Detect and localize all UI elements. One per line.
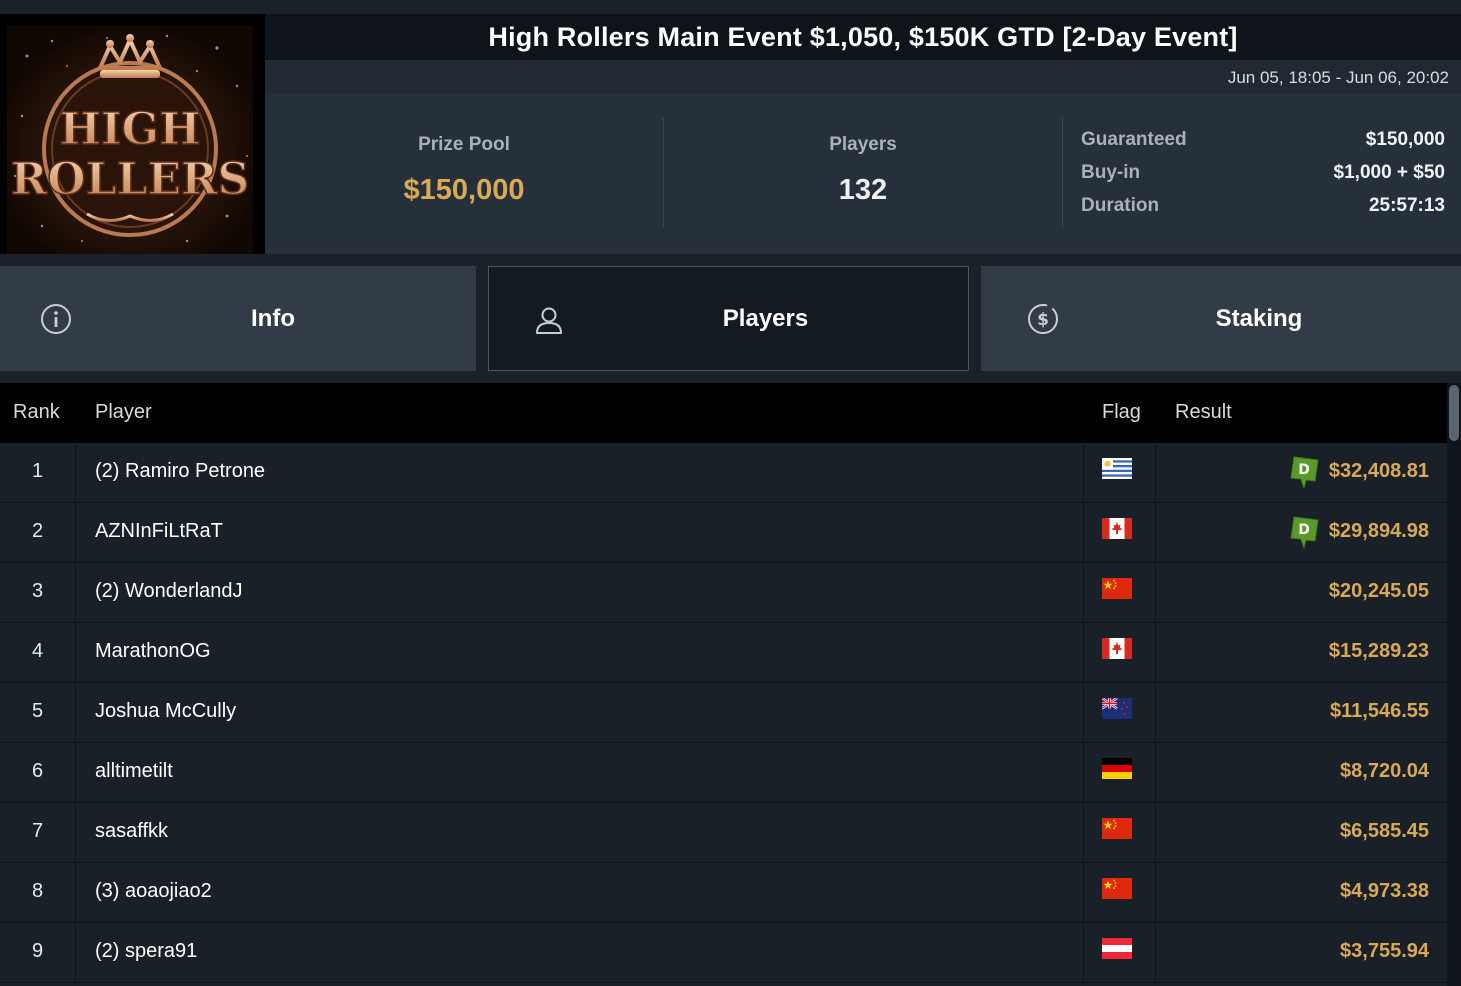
stats-panel: Prize Pool $150,000 Players 132 Guarante… [265,93,1461,254]
result-amount: $6,585.45 [1340,820,1429,842]
tournament-title: High Rollers Main Event $1,050, $150K GT… [488,21,1238,52]
guaranteed-value: $150,000 [1365,129,1445,150]
prize-pool-value: $150,000 [403,174,525,206]
stat-divider [1062,118,1063,228]
duration-label: Duration [1081,195,1160,216]
uruguay-flag-icon [1102,458,1132,479]
result-amount: $29,894.98 [1328,520,1429,542]
scrollbar[interactable] [1447,383,1461,986]
table-row[interactable]: 3 (2) WonderlandJ $20,245.05 [0,563,1447,623]
rank-cell: 1 [0,443,76,503]
rank-cell: 8 [0,863,76,923]
rank-cell: 3 [0,563,76,623]
table-row[interactable]: 2 AZNInFiLtRaT D $29,894.98 [0,503,1447,563]
table-row[interactable]: 7 sasaffkk $6,585.45 [0,803,1447,863]
table-row[interactable]: 4 MarathonOG $15,289.23 [0,623,1447,683]
duration-row: Duration 25:57:13 [1081,195,1445,225]
flag-cell [1083,923,1156,983]
prize-pool-stat: Prize Pool $150,000 [265,118,663,228]
header-player[interactable]: Player [95,401,152,424]
flag-cell [1083,863,1156,923]
flag-cell [1083,503,1156,563]
player-name[interactable]: (2) WonderlandJ [95,580,242,603]
result-amount: $3,755.94 [1340,940,1429,962]
duration-value: 25:57:13 [1368,195,1445,216]
china-flag-icon [1102,878,1132,899]
header-result[interactable]: Result [1175,401,1232,424]
svg-text:D: D [1298,522,1310,538]
player-name[interactable]: alltimetilt [95,760,173,783]
flag-cell [1083,443,1156,503]
flag-cell [1083,803,1156,863]
rank-cell: 9 [0,923,76,983]
table-row[interactable]: 6 alltimetilt $8,720.04 [0,743,1447,803]
title-bar: High Rollers Main Event $1,050, $150K GT… [265,14,1461,60]
rank-cell: 7 [0,803,76,863]
buyin-row: Buy-in $1,000 + $50 [1081,162,1445,192]
guaranteed-label: Guaranteed [1081,129,1187,150]
table-row[interactable]: 1 (2) Ramiro Petrone D $32,408.81 [0,443,1447,503]
prize-pool-label: Prize Pool [418,134,510,155]
player-name[interactable]: (2) Ramiro Petrone [95,460,265,483]
rank-cell: 6 [0,743,76,803]
deal-badge-icon: D [1288,455,1320,490]
guaranteed-row: Guaranteed $150,000 [1081,129,1445,159]
tab-info[interactable]: Info [0,266,476,371]
tab-staking-label: Staking [1215,304,1303,332]
result-amount: $4,973.38 [1340,880,1429,902]
player-name[interactable]: (3) aoaojiao2 [95,880,212,903]
flag-cell [1083,623,1156,683]
players-table: Rank Player Flag Result 1 (2) Ramiro Petr… [0,383,1447,986]
scrollbar-thumb[interactable] [1449,385,1459,441]
buyin-value: $1,000 + $50 [1333,162,1445,183]
deal-badge-icon: D [1288,515,1320,550]
rank-cell: 2 [0,503,76,563]
flag-cell [1083,743,1156,803]
svg-text:D: D [1298,462,1310,478]
player-name[interactable]: (2) spera91 [95,940,197,963]
china-flag-icon [1102,818,1132,839]
tab-info-label: Info [251,304,295,332]
logo-text-rollers: ROLLERS [11,154,250,205]
result-amount: $15,289.23 [1328,640,1429,662]
table-row[interactable]: 8 (3) aoaojiao2 $4,973.38 [0,863,1447,923]
canada-flag-icon [1102,638,1132,659]
tab-players[interactable]: Players [488,266,969,371]
players-label: Players [829,134,897,155]
canada-flag-icon [1102,518,1132,539]
players-count: 132 [838,174,888,206]
result-amount: $32,408.81 [1328,460,1429,482]
tournament-date-range: Jun 05, 18:05 - Jun 06, 20:02 [1227,68,1449,87]
tab-staking[interactable]: $ Staking [981,266,1461,371]
table-header: Rank Player Flag Result [0,383,1447,443]
result-amount: $11,546.55 [1330,700,1429,722]
player-name[interactable]: sasaffkk [95,820,168,843]
tournament-logo: HIGH ROLLERS [0,14,265,254]
tournament-header: HIGH ROLLERS High Rollers Main Event $1,… [0,0,1461,254]
players-stat: Players 132 [664,118,1062,228]
header-rank[interactable]: Rank [13,401,60,424]
player-name[interactable]: AZNInFiLtRaT [95,520,223,543]
high-rollers-logo-image: HIGH ROLLERS [7,26,253,254]
tab-bar: Info Players $ Staking [0,266,1461,371]
logo-text-high: HIGH [59,104,200,155]
result-amount: $8,720.04 [1340,760,1429,782]
header-flag[interactable]: Flag [1102,401,1141,424]
rank-cell: 5 [0,683,76,743]
germany-flag-icon [1102,758,1132,779]
flag-cell [1083,683,1156,743]
flag-cell [1083,563,1156,623]
new-zealand-flag-icon [1102,698,1132,719]
rank-cell: 4 [0,623,76,683]
austria-flag-icon [1102,938,1132,959]
table-row[interactable]: 5 Joshua McCully $11,546.55 [0,683,1447,743]
buyin-label: Buy-in [1081,162,1141,183]
player-name[interactable]: MarathonOG [95,640,211,663]
date-bar: Jun 05, 18:05 - Jun 06, 20:02 [265,60,1461,93]
tab-players-label: Players [722,304,809,332]
result-amount: $20,245.05 [1328,580,1429,602]
player-name[interactable]: Joshua McCully [95,700,236,723]
table-row[interactable]: 9 (2) spera91 $3,755.94 [0,923,1447,983]
china-flag-icon [1102,578,1132,599]
